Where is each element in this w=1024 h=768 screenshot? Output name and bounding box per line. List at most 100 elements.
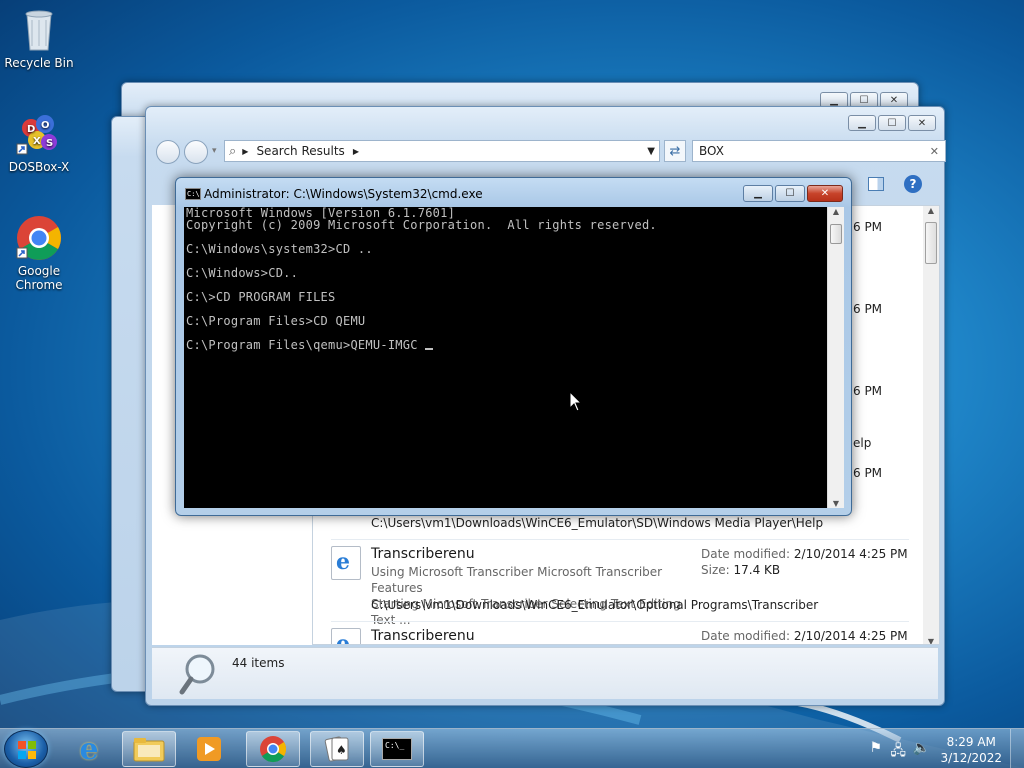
taskbar-media-player[interactable]	[182, 731, 236, 767]
minimize-button[interactable]: ▁	[743, 185, 773, 202]
forward-button[interactable]	[184, 140, 208, 164]
list-item[interactable]: Transcriberenu Date modified: 2/10/2014 …	[331, 628, 911, 644]
back-button[interactable]	[156, 140, 180, 164]
refresh-button[interactable]: ⇄	[664, 140, 686, 162]
action-center-flag-icon[interactable]: ⚑	[869, 740, 882, 756]
close-button[interactable]: ✕	[908, 115, 936, 131]
partial-time: 6 PM	[853, 302, 883, 316]
result-title: Transcriberenu	[371, 546, 475, 562]
taskbar: e ♠ C:\_ ⚑ 🖧 🔈 8:29 AM 3/12/2022	[0, 728, 1024, 768]
maximize-button[interactable]: ☐	[775, 185, 805, 202]
recent-pages-chevron-icon[interactable]: ▾	[212, 146, 217, 156]
result-title: Transcriberenu	[371, 628, 475, 644]
folder-icon	[133, 738, 165, 762]
volume-icon[interactable]: 🔈	[913, 740, 930, 756]
taskbar-cmd[interactable]: C:\_	[370, 731, 424, 767]
breadcrumb[interactable]: Search Results	[256, 144, 344, 158]
taskbar-chrome[interactable]	[246, 731, 300, 767]
scroll-down-icon[interactable]: ▼	[828, 499, 844, 508]
date-label: Date modified:	[701, 547, 791, 561]
scroll-thumb[interactable]	[925, 222, 937, 264]
start-button[interactable]	[4, 730, 48, 768]
search-icon: ⌕	[229, 143, 237, 159]
mouse-cursor-icon	[569, 391, 583, 412]
console-output[interactable]: Microsoft Windows [Version 6.1.7601] Cop…	[184, 207, 844, 508]
taskbar-internet-explorer[interactable]: e	[62, 731, 116, 767]
date-value: 2/10/2014 4:25 PM	[793, 547, 908, 561]
search-input[interactable]: BOX ✕	[692, 140, 946, 162]
partial-time: 6 PM	[853, 220, 883, 234]
partial-time: 6 PM	[853, 384, 883, 398]
text-cursor	[425, 348, 434, 350]
taskbar-solitaire[interactable]: ♠	[310, 731, 364, 767]
result-meta: Date modified: 2/10/2014 4:25 PM	[701, 628, 908, 644]
list-item[interactable]: Transcriberenu Using Microsoft Transcrib…	[331, 546, 911, 627]
navigation-bar: ▾ ⌕ ▶ Search Results ▶ ▼ ⇄ BOX ✕	[156, 139, 946, 165]
dosbox-icon: D O X S	[15, 110, 63, 158]
breadcrumb-separator-icon: ▶	[242, 146, 249, 156]
media-player-icon	[197, 737, 221, 761]
scroll-up-icon[interactable]: ▲	[923, 206, 939, 215]
result-description: Using Microsoft Transcriber Microsoft Tr…	[371, 564, 691, 628]
preview-pane-icon[interactable]	[868, 177, 884, 191]
html-file-icon	[331, 546, 361, 580]
partial-time: 6 PM	[853, 466, 883, 480]
console-scrollbar[interactable]: ▲ ▼	[827, 207, 844, 508]
clear-search-icon[interactable]: ✕	[930, 145, 939, 158]
result-path: C:\Users\vm1\Downloads\WinCE6_Emulator\S…	[371, 516, 824, 530]
show-desktop-button[interactable]	[1010, 729, 1024, 768]
scroll-down-icon[interactable]: ▼	[923, 637, 939, 644]
window-title: Administrator: C:\Windows\System32\cmd.e…	[204, 187, 483, 201]
desktop-icon-chrome[interactable]: Google Chrome	[4, 214, 74, 292]
help-icon[interactable]: ?	[904, 175, 922, 193]
breadcrumb-separator-icon: ▶	[352, 146, 359, 156]
size-label: Size:	[701, 563, 730, 577]
network-icon[interactable]: 🖧	[890, 740, 906, 764]
desktop-icon-label: Google Chrome	[15, 264, 63, 292]
clock-date: 3/12/2022	[940, 751, 1002, 765]
console-text: Microsoft Windows [Version 6.1.7601] Cop…	[186, 207, 657, 351]
date-value: 2/10/2014 4:25 PM	[793, 629, 908, 643]
results-scrollbar[interactable]: ▲ ▼	[923, 206, 939, 644]
cmd-icon: C:\	[185, 188, 201, 200]
svg-text:♠: ♠	[336, 743, 347, 757]
windows-logo-icon	[18, 741, 36, 759]
desktop-icon-label: Recycle Bin	[4, 56, 74, 70]
item-count: 44 items	[232, 656, 285, 670]
svg-text:O: O	[41, 120, 50, 131]
desktop-icon-recycle-bin[interactable]: Recycle Bin	[4, 6, 74, 70]
size-value: 17.4 KB	[733, 563, 781, 577]
recycle-bin-icon	[15, 6, 63, 54]
cmd-window[interactable]: C:\ Administrator: C:\Windows\System32\c…	[175, 177, 852, 516]
chrome-icon	[15, 214, 63, 262]
description-line: Using Microsoft Transcriber Microsoft Tr…	[371, 565, 663, 595]
scroll-up-icon[interactable]: ▲	[828, 207, 844, 216]
result-meta: Date modified: 2/10/2014 4:25 PM Size: 1…	[701, 546, 908, 578]
svg-text:X: X	[33, 136, 41, 147]
desktop-icon-label: DOSBox-X	[8, 160, 70, 174]
result-path: C:\Users\vm1\Downloads\WinCE6_Emulator\O…	[371, 598, 819, 612]
list-item[interactable]: C:\Users\vm1\Downloads\WinCE6_Emulator\S…	[331, 516, 911, 534]
scroll-thumb[interactable]	[830, 224, 842, 244]
internet-explorer-icon: e	[79, 731, 99, 767]
svg-text:S: S	[46, 138, 53, 149]
console-line: C:\Windows\system32>CD ..	[186, 242, 373, 256]
svg-text:D: D	[27, 124, 35, 135]
window-controls: ▁ ☐ ✕	[848, 115, 936, 131]
chrome-icon	[260, 736, 287, 763]
desktop-icon-dosbox[interactable]: D O X S DOSBox-X	[4, 110, 74, 174]
address-dropdown-icon[interactable]: ▼	[647, 146, 655, 157]
date-label: Date modified:	[701, 629, 791, 643]
partial-help: elp	[853, 436, 872, 450]
console-line: C:\Program Files>CD QEMU	[186, 314, 366, 328]
address-bar[interactable]: ⌕ ▶ Search Results ▶ ▼	[224, 140, 660, 162]
status-bar: 44 items	[152, 647, 938, 699]
taskbar-explorer[interactable]	[122, 731, 176, 767]
minimize-button[interactable]: ▁	[848, 115, 876, 131]
refresh-icon: ⇄	[669, 143, 681, 159]
clock[interactable]: 8:29 AM 3/12/2022	[940, 734, 1002, 766]
console-line: C:\Program Files\qemu>QEMU-IMGC	[186, 338, 426, 352]
maximize-button[interactable]: ☐	[878, 115, 906, 131]
console-line: C:\Windows>CD..	[186, 266, 299, 280]
close-button[interactable]: ✕	[807, 185, 843, 202]
